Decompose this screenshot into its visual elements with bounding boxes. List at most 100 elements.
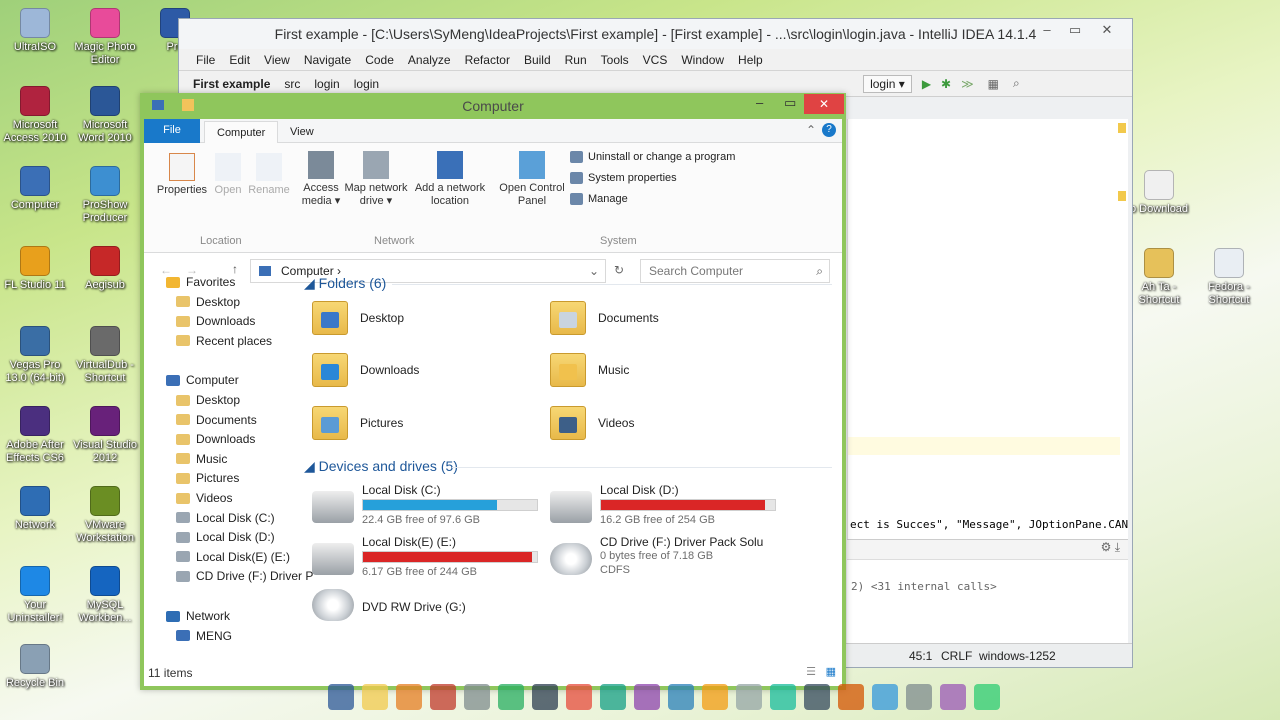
drive-item[interactable]: Local Disk (D:) 16.2 GB free of 254 GB	[550, 483, 780, 531]
settings-icon[interactable]: ⚙	[1101, 540, 1112, 554]
debug-icon[interactable]: ✱	[941, 77, 951, 91]
folders-group-header[interactable]: ◢ Folders (6)	[304, 275, 386, 292]
desktop-icon[interactable]: Recycle Bin	[0, 644, 70, 690]
desktop-icon[interactable]: Vegas Pro 13.0 (64-bit)	[0, 326, 70, 385]
drive-item[interactable]: DVD RW Drive (G:)	[312, 589, 542, 637]
folder-item[interactable]: Pictures	[312, 406, 403, 440]
nav-computer[interactable]: Computer	[166, 373, 239, 387]
taskbar-app-icon[interactable]	[498, 684, 524, 710]
menu-file[interactable]: File	[189, 49, 222, 70]
taskbar-app-icon[interactable]	[940, 684, 966, 710]
close-button[interactable]: ✕	[1092, 19, 1122, 41]
map-drive-button[interactable]: Map network drive ▾	[342, 151, 410, 208]
desktop-icon[interactable]: Visual Studio 2012	[70, 406, 140, 465]
desktop-icon[interactable]: MySQL Workben...	[70, 566, 140, 625]
taskbar-app-icon[interactable]	[974, 684, 1000, 710]
menu-navigate[interactable]: Navigate	[297, 49, 358, 70]
desktop-icon[interactable]: VMware Workstation	[70, 486, 140, 545]
tab-view[interactable]: View	[278, 121, 326, 143]
coverage-icon[interactable]: ≫	[961, 77, 974, 91]
search-icon[interactable]: ⌕	[1013, 76, 1020, 91]
taskbar-app-icon[interactable]	[906, 684, 932, 710]
desktop-icon[interactable]: Magic Photo Editor	[70, 8, 140, 67]
open-button[interactable]: Open	[210, 153, 246, 197]
access-media-button[interactable]: Access media ▾	[300, 151, 342, 208]
nav-item[interactable]: Local Disk (C:)	[176, 511, 275, 525]
desktop-icon[interactable]: Fedora - Shortcut	[1194, 248, 1264, 307]
desktop-icon[interactable]: Computer	[0, 166, 70, 212]
warning-marker[interactable]	[1118, 191, 1126, 201]
drive-item[interactable]: Local Disk(E) (E:) 6.17 GB free of 244 GB	[312, 535, 542, 583]
taskbar-app-icon[interactable]	[770, 684, 796, 710]
nav-item[interactable]: CD Drive (F:) Driver P	[176, 569, 313, 583]
manage-button[interactable]: Manage	[570, 193, 628, 205]
desktop-icon[interactable]: Ah Ta - Shortcut	[1124, 248, 1194, 307]
nav-favorites[interactable]: Favorites	[166, 275, 235, 289]
system-properties-button[interactable]: System properties	[570, 172, 677, 184]
breadcrumb-src[interactable]: src	[284, 77, 300, 91]
taskbar-app-icon[interactable]	[464, 684, 490, 710]
nav-item[interactable]: Pictures	[176, 471, 239, 485]
menu-window[interactable]: Window	[674, 49, 731, 70]
help-icon[interactable]: ?	[822, 123, 836, 137]
explorer-title-bar[interactable]: Computer – ▭ ✕	[144, 93, 844, 119]
taskbar-app-icon[interactable]	[328, 684, 354, 710]
desktop-icon[interactable]: Your Uninstaller!	[0, 566, 70, 625]
breadcrumb-project[interactable]: First example	[193, 77, 270, 91]
taskbar-app-icon[interactable]	[396, 684, 422, 710]
nav-item[interactable]: Desktop	[176, 295, 240, 309]
tab-computer[interactable]: Computer	[204, 121, 279, 143]
menu-help[interactable]: Help	[731, 49, 770, 70]
properties-button[interactable]: Properties	[152, 153, 212, 197]
menu-build[interactable]: Build	[517, 49, 558, 70]
menu-tools[interactable]: Tools	[594, 49, 636, 70]
rename-button[interactable]: Rename	[246, 153, 292, 197]
taskbar-app-icon[interactable]	[532, 684, 558, 710]
desktop-icon[interactable]: Adobe After Effects CS6	[0, 406, 70, 465]
desktop-icon[interactable]: FL Studio 11	[0, 246, 70, 292]
nav-item[interactable]: Videos	[176, 491, 232, 505]
nav-network[interactable]: Network	[166, 609, 230, 623]
menu-run[interactable]: Run	[558, 49, 594, 70]
taskbar-app-icon[interactable]	[668, 684, 694, 710]
drive-item[interactable]: CD Drive (F:) Driver Pack Solu 0 bytes fr…	[550, 535, 780, 583]
taskbar-app-icon[interactable]	[634, 684, 660, 710]
menu-vcs[interactable]: VCS	[636, 49, 675, 70]
close-button[interactable]: ✕	[804, 94, 844, 114]
devices-group-header[interactable]: ◢ Devices and drives (5)	[304, 458, 458, 475]
run-console[interactable]: ⚙ ⤓ 2) <31 internal calls>	[847, 539, 1128, 644]
breadcrumb-package[interactable]: login	[314, 77, 339, 91]
nav-item[interactable]: Local Disk(E) (E:)	[176, 550, 290, 564]
desktop-icon[interactable]: o Download	[1124, 170, 1194, 216]
folder-item[interactable]: Desktop	[312, 301, 404, 335]
warning-marker[interactable]	[1118, 123, 1126, 133]
hide-icon[interactable]: ⤓	[1115, 540, 1120, 554]
nav-item[interactable]: Recent places	[176, 334, 272, 348]
taskbar-app-icon[interactable]	[702, 684, 728, 710]
maximize-button[interactable]: ▭	[1060, 19, 1090, 41]
line-separator[interactable]: CRLF	[941, 644, 972, 668]
details-view-icon[interactable]: ☰	[806, 665, 816, 678]
run-config-select[interactable]: login ▾	[863, 74, 912, 93]
taskbar-app-icon[interactable]	[362, 684, 388, 710]
menu-refactor[interactable]: Refactor	[458, 49, 517, 70]
taskbar-app-icon[interactable]	[872, 684, 898, 710]
taskbar-app-icon[interactable]	[838, 684, 864, 710]
collapse-ribbon-icon[interactable]: ⌃	[806, 123, 816, 137]
desktop-icon[interactable]: Microsoft Access 2010	[0, 86, 70, 145]
taskbar-app-icon[interactable]	[736, 684, 762, 710]
breadcrumb-class[interactable]: login	[354, 77, 379, 91]
menu-code[interactable]: Code	[358, 49, 401, 70]
run-icon[interactable]: ▶	[922, 77, 931, 91]
nav-item[interactable]: Desktop	[176, 393, 240, 407]
desktop-icon[interactable]: Network	[0, 486, 70, 532]
taskbar-app-icon[interactable]	[430, 684, 456, 710]
maximize-button[interactable]: ▭	[784, 95, 796, 111]
large-icons-view-icon[interactable]: ▦	[826, 665, 836, 678]
quick-access-icon[interactable]	[182, 99, 194, 111]
tab-file[interactable]: File	[144, 119, 200, 143]
folder-item[interactable]: Music	[550, 353, 629, 387]
file-encoding[interactable]: windows-1252	[979, 644, 1056, 668]
taskbar-app-icon[interactable]	[566, 684, 592, 710]
folder-item[interactable]: Videos	[550, 406, 634, 440]
